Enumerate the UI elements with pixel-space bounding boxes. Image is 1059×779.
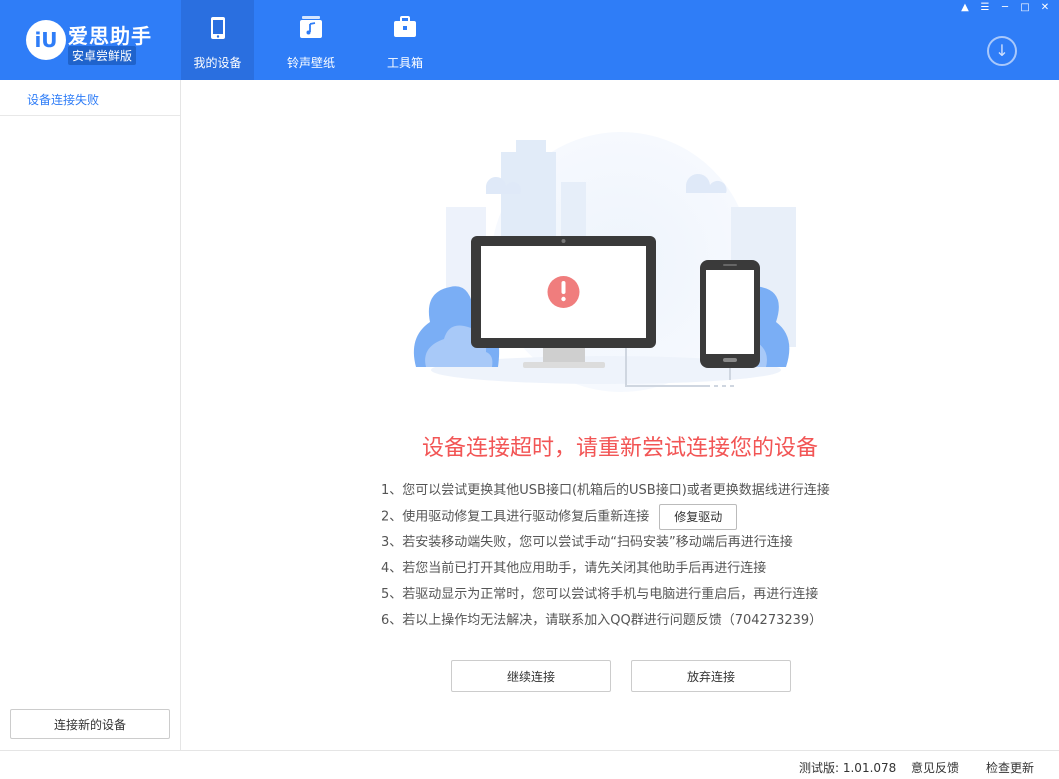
app-logo: iU [26,20,66,60]
sidebar: 设备连接失败 连接新的设备 [0,80,181,750]
skin-icon[interactable]: ▲ [957,2,973,14]
version-label: 测试版: 1.01.078 [799,761,897,775]
repair-driver-button[interactable]: 修复驱动 [659,504,738,530]
step-2: 2、使用驱动修复工具进行驱动修复后重新连接 修复驱动 [381,504,830,530]
tab-my-device[interactable]: 我的设备 [181,0,254,80]
step-5: 5、若驱动显示为正常时，您可以尝试将手机与电脑进行重启后，再进行连接 [381,587,819,602]
close-icon[interactable]: ✕ [1037,2,1053,14]
step-4: 4、若您当前已打开其他应用助手，请先关闭其他助手后再进行连接 [381,561,767,576]
step-3: 3、若安装移动端失败，您可以尝试手动“扫码安装”移动端后再进行连接 [381,535,793,550]
abandon-connect-button[interactable]: 放弃连接 [631,660,791,692]
menu-icon[interactable]: ☰ [977,2,993,14]
toolbox-icon [394,16,416,37]
error-headline: 设备连接超时，请重新尝试连接您的设备 [421,436,818,461]
step-6: 6、若以上操作均无法解决，请联系加入QQ群进行问题反馈（704273239） [381,613,823,628]
title-bar: iU 爱思助手 安卓尝鲜版 我的设备 铃声壁纸 工具箱 ▲ ☰ ─ □ ✕ ↓ [0,0,1059,80]
sidebar-item-connection-failed[interactable]: 设备连接失败 [0,80,180,116]
maximize-icon[interactable]: □ [1017,2,1033,14]
tab-ringtones-wallpapers[interactable]: 铃声壁纸 [274,0,348,80]
download-icon[interactable]: ↓ [987,36,1017,66]
step-2-text: 2、使用驱动修复工具进行驱动修复后重新连接 [381,509,650,525]
check-update-link[interactable]: 检查更新 [986,759,1034,776]
continue-connect-button[interactable]: 继续连接 [451,660,611,692]
status-bar: 测试版: 1.01.078 意见反馈 检查更新 [0,750,1059,779]
app-edition-badge: 安卓尝鲜版 [68,46,137,65]
tab-toolbox[interactable]: 工具箱 [370,0,440,80]
tab-ringtones-label: 铃声壁纸 [286,56,335,70]
connection-illustration [413,132,796,392]
music-icon [300,16,322,38]
tab-toolbox-label: 工具箱 [386,56,423,70]
minimize-icon[interactable]: ─ [997,2,1013,14]
troubleshooting-steps: 1、您可以尝试更换其他USB接口(机箱后的USB接口)或者更换数据线进行连接 2… [381,478,830,634]
step-1: 1、您可以尝试更换其他USB接口(机箱后的USB接口)或者更换数据线进行连接 [381,483,830,498]
phone-icon [210,17,225,39]
main-panel: 设备连接超时，请重新尝试连接您的设备 1、您可以尝试更换其他USB接口(机箱后的… [181,80,1059,750]
feedback-link[interactable]: 意见反馈 [911,759,959,776]
tab-my-device-label: 我的设备 [193,56,242,70]
app-title: 爱思助手 [68,24,152,48]
connect-new-device-button[interactable]: 连接新的设备 [10,709,170,739]
